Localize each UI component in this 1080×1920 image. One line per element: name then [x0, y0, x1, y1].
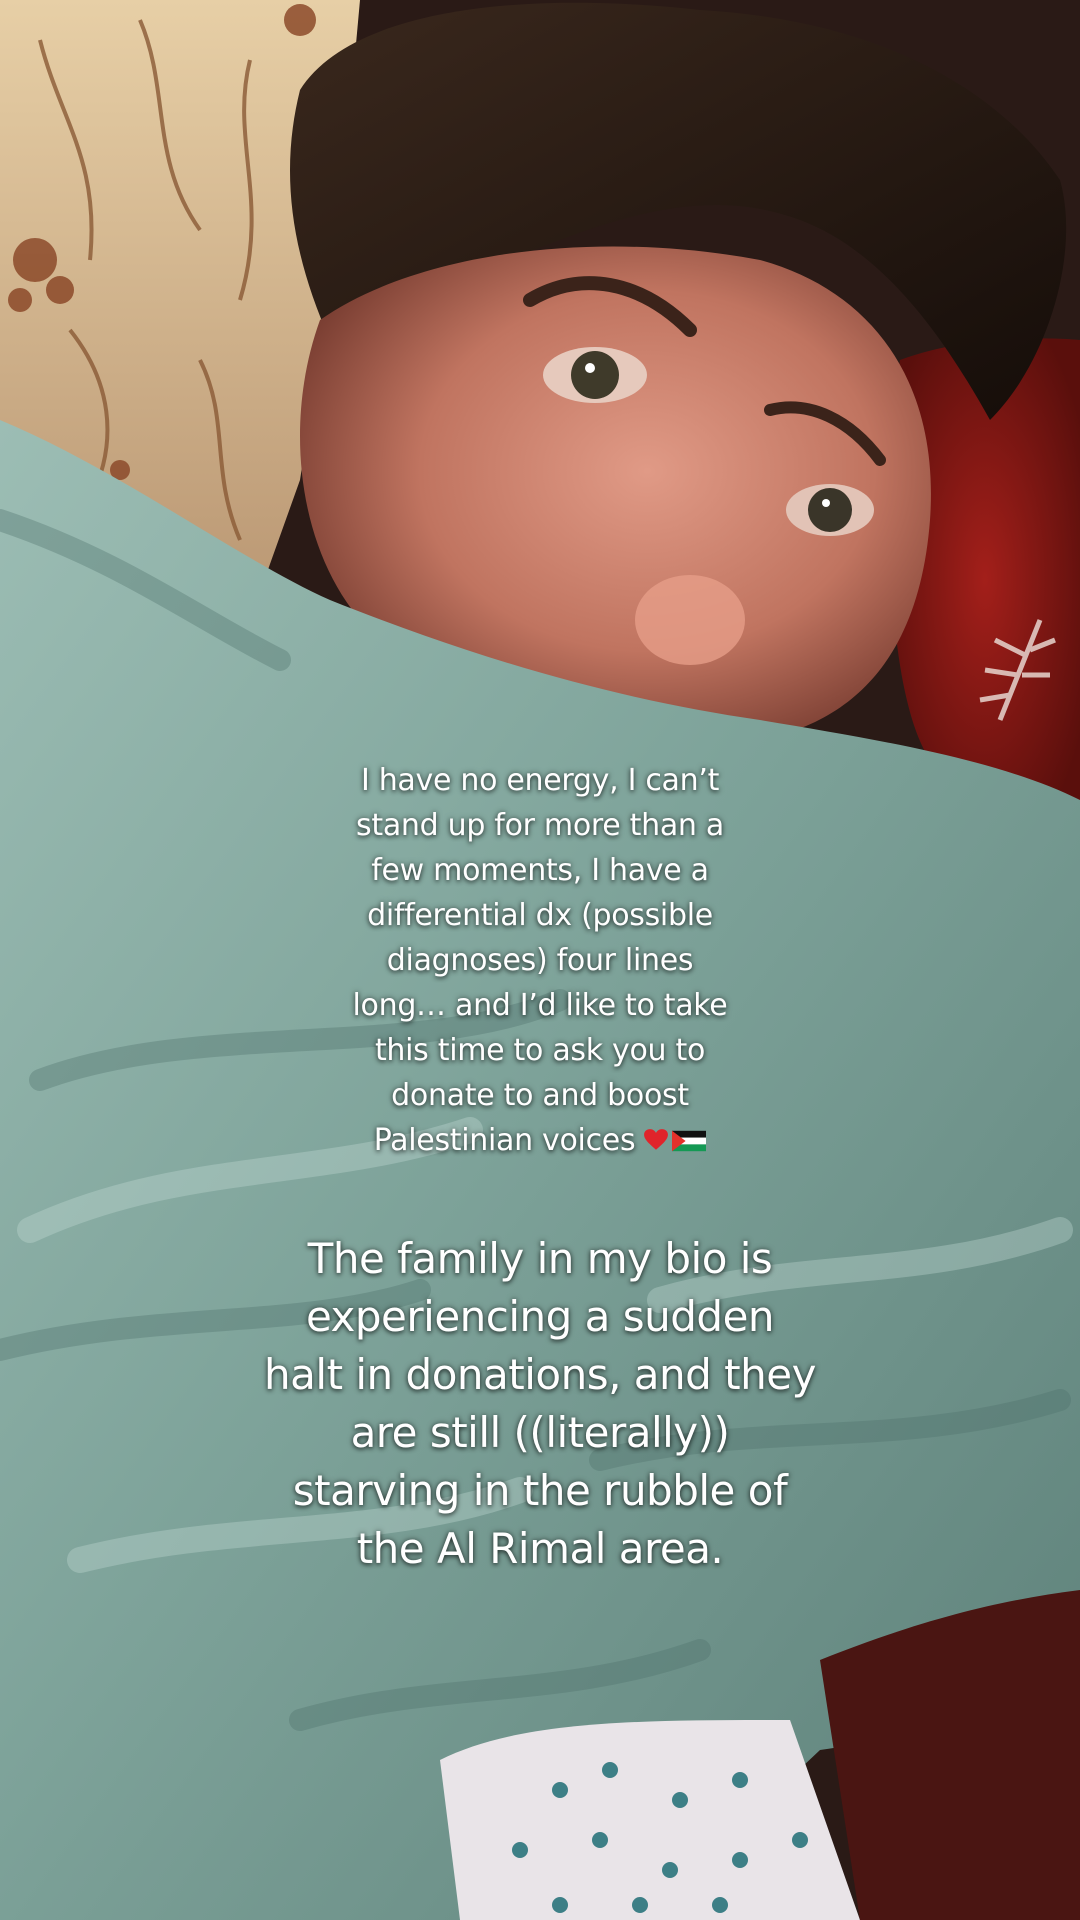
dotted-sheet: [440, 1720, 860, 1920]
caption-line: starving in the rubble of: [292, 1466, 788, 1515]
caption-last-line: Palestinian voices: [325, 1118, 755, 1163]
caption-line: this time to ask you to: [374, 1033, 706, 1068]
photo-frame: I have no energy, I can’t stand up for m…: [0, 0, 1080, 1920]
caption-line: long… and I’d like to take: [352, 988, 728, 1023]
caption-line: I have no energy, I can’t: [360, 763, 720, 798]
caption-line: differential dx (possible: [367, 898, 713, 933]
eye-right: [786, 484, 874, 536]
caption-line: halt in donations, and they: [264, 1350, 816, 1399]
caption-bottom: The family in my bio is experiencing a s…: [0, 1230, 1080, 1578]
caption-line-text: Palestinian voices: [373, 1123, 636, 1158]
caption-line: few moments, I have a: [371, 853, 709, 888]
caption-line: The family in my bio is: [307, 1234, 773, 1283]
caption-line: are still ((literally)): [350, 1408, 730, 1457]
eye-left: [543, 347, 647, 403]
heart-icon: [644, 1129, 669, 1150]
palestine-flag-icon: [672, 1130, 707, 1152]
caption-line: diagnoses) four lines: [386, 943, 694, 978]
caption-top: I have no energy, I can’t stand up for m…: [0, 758, 1080, 1163]
caption-line: stand up for more than a: [356, 808, 724, 843]
caption-line: the Al Rimal area.: [356, 1524, 724, 1573]
caption-line: experiencing a sudden: [305, 1292, 775, 1341]
caption-line: donate to and boost: [391, 1078, 689, 1113]
